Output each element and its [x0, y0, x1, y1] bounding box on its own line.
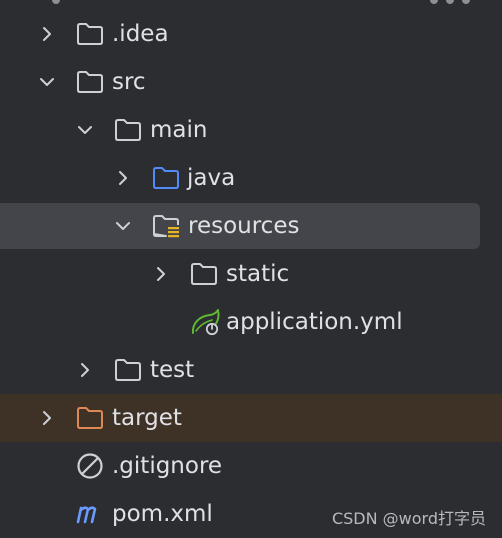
folder-icon	[115, 119, 141, 141]
tree-item-java[interactable]: java	[0, 154, 502, 202]
tree-item-label: .gitignore	[112, 453, 223, 479]
chevron-right-icon[interactable]	[74, 359, 96, 381]
tree-item-label: java	[187, 165, 236, 191]
clipped-previous-row	[0, 0, 502, 8]
chevron-down-icon[interactable]	[112, 215, 134, 237]
tree-item-label: main	[150, 117, 208, 143]
clipped-icon	[446, 0, 454, 4]
tree-item-label: resources	[188, 213, 300, 239]
chevron-right-icon[interactable]	[150, 263, 172, 285]
watermark-text: CSDN @word打字员	[331, 509, 486, 528]
folder-icon	[77, 71, 103, 93]
folder-icon	[191, 263, 217, 285]
tree-item-label: test	[150, 357, 195, 383]
tree-item-test[interactable]: test	[0, 346, 502, 394]
maven-icon	[76, 506, 97, 524]
clipped-icon	[52, 0, 60, 4]
tree-item-label: application.yml	[226, 309, 403, 335]
project-tree: .idea src main java resources static app…	[0, 0, 502, 538]
chevron-down-icon[interactable]	[36, 71, 58, 93]
chevron-right-icon[interactable]	[112, 167, 134, 189]
tree-item-gitignore[interactable]: .gitignore	[0, 442, 502, 490]
chevron-down-icon[interactable]	[74, 119, 96, 141]
source-folder-icon	[153, 167, 179, 189]
tree-item-static[interactable]: static	[0, 250, 502, 298]
excluded-folder-icon	[77, 407, 103, 429]
tree-item-label: .idea	[112, 21, 169, 47]
chevron-right-icon[interactable]	[36, 407, 58, 429]
tree-item-main[interactable]: main	[0, 106, 502, 154]
spring-config-icon	[191, 309, 220, 336]
tree-item-src[interactable]: src	[0, 58, 502, 106]
folder-icon	[77, 23, 103, 45]
tree-item-application-yml[interactable]: application.yml	[0, 298, 502, 346]
tree-item-label: target	[112, 405, 182, 431]
folder-icon	[115, 359, 141, 381]
gitignore-icon	[77, 453, 103, 479]
tree-item-idea[interactable]: .idea	[0, 10, 502, 58]
chevron-right-icon[interactable]	[36, 23, 58, 45]
tree-item-resources[interactable]: resources	[0, 202, 502, 250]
tree-item-label: src	[112, 69, 146, 95]
clipped-icon	[462, 0, 470, 4]
tree-item-label: static	[226, 261, 290, 287]
tree-item-label: pom.xml	[112, 501, 213, 527]
tree-item-target[interactable]: target	[0, 394, 502, 442]
resources-folder-icon	[153, 215, 179, 238]
clipped-icon	[430, 0, 438, 4]
